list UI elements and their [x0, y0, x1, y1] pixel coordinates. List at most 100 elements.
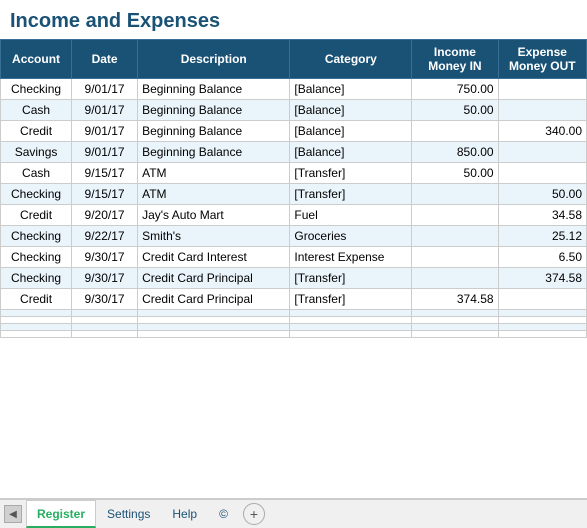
cell-expense [498, 163, 586, 184]
tab-nav-left-button[interactable]: ◀ [4, 505, 22, 523]
table-row[interactable] [1, 317, 587, 324]
cell-description [138, 331, 290, 338]
cell-expense: 340.00 [498, 121, 586, 142]
cell-description: Credit Card Interest [138, 247, 290, 268]
cell-account [1, 331, 72, 338]
table-row[interactable]: Credit9/30/17Credit Card Principal[Trans… [1, 289, 587, 310]
tab-settings[interactable]: Settings [96, 500, 161, 528]
cell-account: Checking [1, 226, 72, 247]
cell-expense: 50.00 [498, 184, 586, 205]
cell-category: [Balance] [290, 142, 412, 163]
cell-date [72, 310, 138, 317]
cell-category [290, 331, 412, 338]
table-container: Account Date Description Category Income… [0, 39, 587, 338]
table-row[interactable]: Checking9/01/17Beginning Balance[Balance… [1, 79, 587, 100]
tab-copyright[interactable]: © [208, 500, 239, 528]
cell-date: 9/01/17 [72, 79, 138, 100]
cell-expense [498, 331, 586, 338]
table-row[interactable]: Checking9/15/17ATM[Transfer]50.00 [1, 184, 587, 205]
cell-date: 9/22/17 [72, 226, 138, 247]
cell-income [412, 247, 498, 268]
cell-income: 850.00 [412, 142, 498, 163]
col-header-expense: ExpenseMoney OUT [498, 40, 586, 79]
cell-date [72, 324, 138, 331]
cell-date [72, 317, 138, 324]
table-row[interactable]: Credit9/01/17Beginning Balance[Balance]3… [1, 121, 587, 142]
tab-help[interactable]: Help [161, 500, 208, 528]
col-header-account: Account [1, 40, 72, 79]
cell-expense [498, 100, 586, 121]
cell-income [412, 310, 498, 317]
cell-description: Credit Card Principal [138, 289, 290, 310]
cell-income [412, 317, 498, 324]
table-row[interactable]: Checking9/30/17Credit Card Principal[Tra… [1, 268, 587, 289]
add-tab-button[interactable]: + [243, 503, 265, 525]
cell-account: Checking [1, 79, 72, 100]
cell-account: Credit [1, 289, 72, 310]
cell-account [1, 310, 72, 317]
cell-expense [498, 310, 586, 317]
table-row[interactable] [1, 331, 587, 338]
cell-description: Beginning Balance [138, 79, 290, 100]
col-header-income: IncomeMoney IN [412, 40, 498, 79]
table-body: Checking9/01/17Beginning Balance[Balance… [1, 79, 587, 338]
cell-date: 9/30/17 [72, 289, 138, 310]
tab-register[interactable]: Register [26, 500, 96, 528]
col-header-date: Date [72, 40, 138, 79]
table-row[interactable]: Cash9/15/17ATM[Transfer]50.00 [1, 163, 587, 184]
cell-description: Beginning Balance [138, 100, 290, 121]
table-row[interactable] [1, 310, 587, 317]
cell-description [138, 310, 290, 317]
cell-category: [Transfer] [290, 268, 412, 289]
cell-date: 9/30/17 [72, 268, 138, 289]
cell-income: 750.00 [412, 79, 498, 100]
cell-account: Savings [1, 142, 72, 163]
cell-category: [Balance] [290, 121, 412, 142]
cell-date: 9/01/17 [72, 142, 138, 163]
table-row[interactable]: Savings9/01/17Beginning Balance[Balance]… [1, 142, 587, 163]
main-content: Income and Expenses Account Date Descrip… [0, 0, 587, 498]
cell-description: Beginning Balance [138, 142, 290, 163]
cell-income [412, 324, 498, 331]
cell-expense: 25.12 [498, 226, 586, 247]
cell-income [412, 268, 498, 289]
cell-income [412, 121, 498, 142]
table-row[interactable]: Credit9/20/17Jay's Auto MartFuel34.58 [1, 205, 587, 226]
cell-account: Cash [1, 163, 72, 184]
cell-description: Jay's Auto Mart [138, 205, 290, 226]
cell-income [412, 331, 498, 338]
cell-description: Beginning Balance [138, 121, 290, 142]
cell-account [1, 324, 72, 331]
bottom-tabs: ◀ Register Settings Help © + [0, 498, 587, 528]
cell-expense: 6.50 [498, 247, 586, 268]
cell-account [1, 317, 72, 324]
cell-date [72, 331, 138, 338]
cell-income [412, 184, 498, 205]
table-row[interactable]: Checking9/22/17Smith'sGroceries25.12 [1, 226, 587, 247]
cell-category: Fuel [290, 205, 412, 226]
cell-expense [498, 289, 586, 310]
cell-date: 9/15/17 [72, 184, 138, 205]
cell-account: Checking [1, 247, 72, 268]
cell-account: Checking [1, 184, 72, 205]
cell-income: 374.58 [412, 289, 498, 310]
cell-category: [Balance] [290, 100, 412, 121]
col-header-description: Description [138, 40, 290, 79]
cell-description: Smith's [138, 226, 290, 247]
cell-expense [498, 142, 586, 163]
table-row[interactable]: Checking9/30/17Credit Card InterestInter… [1, 247, 587, 268]
cell-description [138, 324, 290, 331]
table-row[interactable]: Cash9/01/17Beginning Balance[Balance]50.… [1, 100, 587, 121]
cell-category [290, 317, 412, 324]
cell-account: Credit [1, 121, 72, 142]
cell-date: 9/30/17 [72, 247, 138, 268]
table-header-row: Account Date Description Category Income… [1, 40, 587, 79]
cell-account: Cash [1, 100, 72, 121]
cell-category: [Balance] [290, 79, 412, 100]
cell-date: 9/20/17 [72, 205, 138, 226]
cell-expense [498, 317, 586, 324]
page-title: Income and Expenses [0, 0, 587, 39]
table-row[interactable] [1, 324, 587, 331]
cell-category [290, 310, 412, 317]
cell-category: [Transfer] [290, 163, 412, 184]
